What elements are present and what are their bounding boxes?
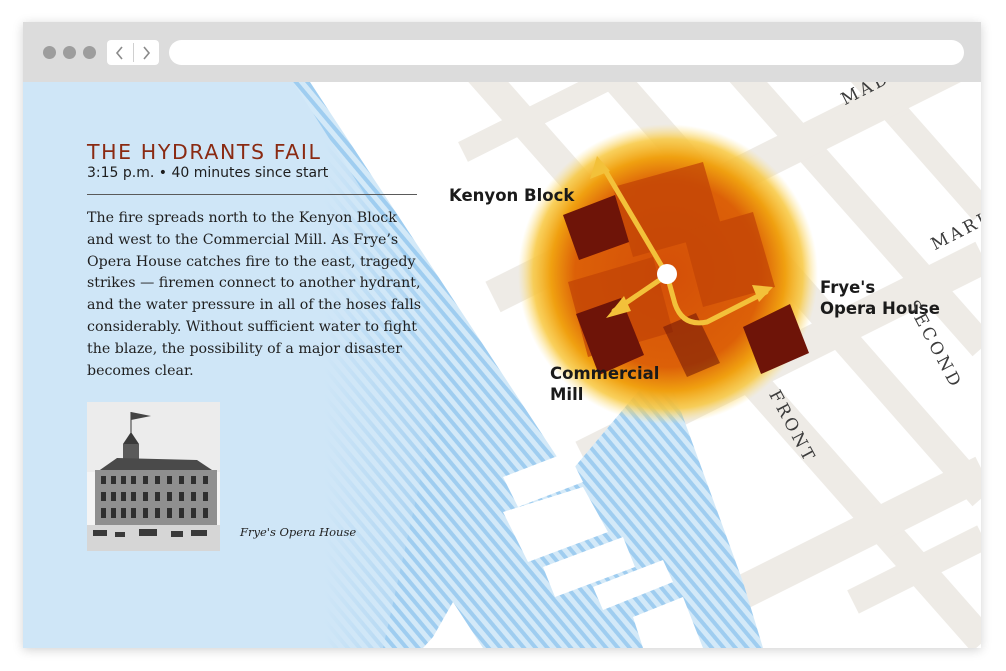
opera-house-illustration xyxy=(87,402,220,551)
forward-button[interactable] xyxy=(133,40,159,65)
address-bar[interactable] xyxy=(169,40,964,65)
window-dot-minimize[interactable] xyxy=(63,46,76,59)
window-dot-close[interactable] xyxy=(43,46,56,59)
window-dot-maximize[interactable] xyxy=(83,46,96,59)
story-text: The fire spreads north to the Kenyon Blo… xyxy=(87,210,422,379)
page-content: THE HYDRANTS FAIL 3:15 p.m. • 40 minutes… xyxy=(23,82,981,648)
back-icon xyxy=(115,45,123,60)
label-kenyon-block: Kenyon Block xyxy=(449,186,575,205)
origin-marker[interactable] xyxy=(657,264,677,284)
timestamp: 3:15 p.m. • 40 minutes since start xyxy=(87,165,329,181)
nav-buttons xyxy=(107,40,159,65)
browser-window: THE HYDRANTS FAIL 3:15 p.m. • 40 minutes… xyxy=(23,22,981,648)
browser-toolbar xyxy=(23,22,981,82)
label-commercial-line1: Commercial xyxy=(550,364,660,383)
back-button[interactable] xyxy=(107,40,133,65)
story-panel: THE HYDRANTS FAIL 3:15 p.m. • 40 minutes… xyxy=(23,82,443,648)
label-frye-line1: Frye's xyxy=(820,278,876,297)
divider xyxy=(87,194,417,195)
page-title: THE HYDRANTS FAIL xyxy=(87,140,322,164)
label-commercial-line2: Mill xyxy=(550,385,584,404)
forward-icon xyxy=(143,45,151,60)
opera-house-photo xyxy=(87,402,220,551)
photo-caption: Frye's Opera House xyxy=(240,525,357,539)
